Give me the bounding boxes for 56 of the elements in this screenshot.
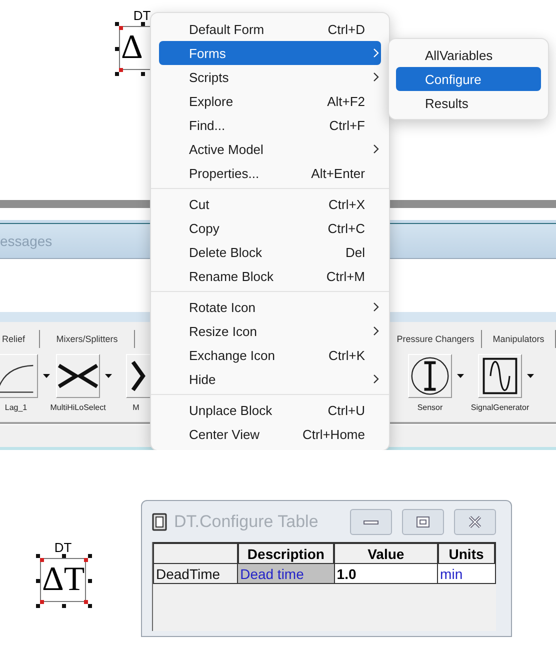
palette-block-button[interactable] bbox=[478, 354, 522, 398]
minimize-button[interactable] bbox=[350, 508, 392, 534]
window-title: DT.Configure Table bbox=[174, 512, 320, 532]
dropdown-arrow-icon[interactable] bbox=[457, 374, 464, 378]
menu-item[interactable]: Exchange Icon Ctrl+K bbox=[159, 343, 381, 367]
palette-block-label: M bbox=[132, 403, 140, 412]
menu-item[interactable]: Cut Ctrl+X bbox=[159, 192, 381, 216]
maximize-button[interactable] bbox=[402, 508, 444, 534]
palette-tab[interactable]: Relief bbox=[0, 330, 40, 348]
block-symbol: Δ bbox=[121, 30, 143, 66]
menu-item[interactable]: Unplace Block Ctrl+U bbox=[159, 398, 381, 422]
menu-item[interactable]: Hide bbox=[159, 367, 381, 391]
column-header: Units bbox=[438, 543, 495, 564]
menu-item[interactable]: Active Model bbox=[159, 137, 381, 161]
menu-item[interactable]: Copy Ctrl+C bbox=[159, 216, 381, 240]
palette-block-label: SignalGenerator bbox=[470, 403, 530, 412]
value-field[interactable]: 1.0 bbox=[334, 564, 438, 584]
menu-item[interactable]: Find... Ctrl+F bbox=[159, 113, 381, 137]
menu-item[interactable]: Configure bbox=[396, 67, 541, 91]
palette-block-label: Sensor bbox=[417, 403, 443, 412]
table-cell: Dead time bbox=[238, 564, 334, 584]
palette-block-button[interactable] bbox=[126, 354, 150, 398]
menu-item[interactable]: Delete Block Del bbox=[159, 240, 381, 264]
menu-item[interactable]: Resize Icon bbox=[159, 319, 381, 343]
column-header: Description bbox=[238, 543, 334, 564]
menu-item[interactable]: Results bbox=[396, 91, 541, 115]
panel-title: essages bbox=[0, 233, 52, 249]
menu-item[interactable]: Explore Alt+F2 bbox=[159, 89, 381, 113]
palette-tab[interactable]: Mixers/Splitters bbox=[40, 330, 135, 348]
dropdown-arrow-icon[interactable] bbox=[105, 374, 112, 378]
palette-block-button[interactable] bbox=[0, 354, 38, 398]
menu-item[interactable]: Rename Block Ctrl+M bbox=[159, 264, 381, 288]
block-label: DT bbox=[132, 8, 152, 23]
column-header: Value bbox=[334, 543, 438, 564]
menu-item[interactable]: Forms bbox=[159, 41, 381, 65]
palette-block-button[interactable] bbox=[408, 354, 452, 398]
menu-item[interactable]: AllVariables bbox=[396, 43, 541, 67]
maximize-icon bbox=[414, 514, 432, 528]
menu-item[interactable]: Properties... Alt+Enter bbox=[159, 161, 381, 185]
table-cell: DeadTime bbox=[154, 564, 238, 584]
palette-tab[interactable]: Manipulators bbox=[482, 330, 556, 348]
palette-block-button[interactable] bbox=[56, 354, 100, 398]
palette-block-label: MultiHiLoSelect bbox=[50, 403, 106, 412]
close-icon bbox=[466, 514, 484, 528]
block-label: DT bbox=[53, 540, 73, 555]
palette-block-label: Lag_1 bbox=[4, 403, 28, 412]
dropdown-arrow-icon[interactable] bbox=[43, 374, 50, 378]
menu-item[interactable]: Default Form Ctrl+D bbox=[159, 17, 381, 41]
menu-item[interactable]: Rotate Icon bbox=[159, 295, 381, 319]
block-symbol: ΔT bbox=[42, 562, 85, 598]
close-button[interactable] bbox=[454, 508, 496, 534]
table-cell: min bbox=[438, 564, 495, 584]
window-icon bbox=[152, 512, 168, 530]
dropdown-arrow-icon[interactable] bbox=[527, 374, 534, 378]
menu-item[interactable]: Scripts bbox=[159, 65, 381, 89]
menu-item[interactable]: Center View Ctrl+Home bbox=[159, 422, 381, 446]
